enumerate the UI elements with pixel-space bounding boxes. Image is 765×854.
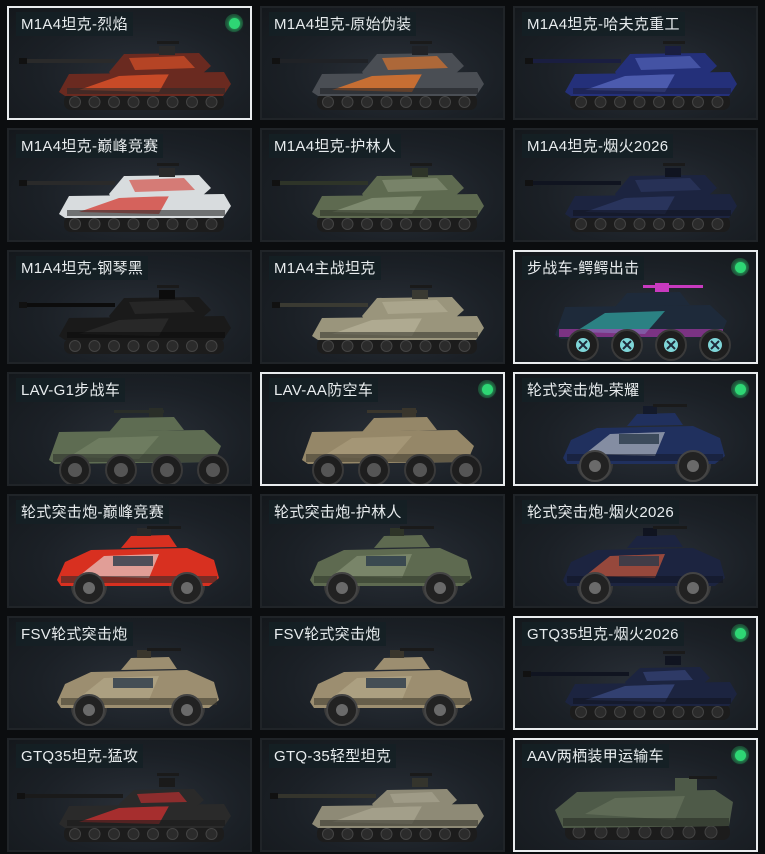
- vehicle-skin-name: GTQ-35轻型坦克: [269, 744, 397, 768]
- vehicle-skin-card[interactable]: 轮式突击炮-荣耀: [513, 372, 758, 486]
- vehicle-skin-grid: M1A4坦克-烈焰 M1A4坦克-原始伪装 M1A4坦克-哈夫克重工 M1A4坦克-巅…: [0, 0, 765, 854]
- owned-dot-icon: [731, 258, 749, 276]
- vehicle-skin-card[interactable]: M1A4坦克-哈夫克重工: [513, 6, 758, 120]
- vehicle-skin-name: FSV轮式突击炮: [16, 622, 133, 646]
- owned-dot-icon: [478, 380, 496, 398]
- vehicle-skin-name: GTQ35坦克-猛攻: [16, 744, 144, 768]
- vehicle-skin-name: M1A4坦克-巅峰竞赛: [16, 134, 164, 158]
- vehicle-skin-card[interactable]: FSV轮式突击炮: [260, 616, 505, 730]
- vehicle-skin-name: GTQ35坦克-烟火2026: [522, 622, 684, 646]
- vehicle-skin-card[interactable]: 轮式突击炮-巅峰竞赛: [7, 494, 252, 608]
- vehicle-skin-card[interactable]: M1A4坦克-护林人: [260, 128, 505, 242]
- vehicle-skin-card[interactable]: M1A4坦克-烟火2026: [513, 128, 758, 242]
- vehicle-skin-name: M1A4主战坦克: [269, 256, 381, 280]
- vehicle-skin-card[interactable]: GTQ35坦克-烟火2026: [513, 616, 758, 730]
- owned-dot-icon: [731, 624, 749, 642]
- vehicle-skin-card[interactable]: 轮式突击炮-护林人: [260, 494, 505, 608]
- vehicle-skin-card[interactable]: LAV-AA防空车: [260, 372, 505, 486]
- vehicle-skin-card[interactable]: AAV两栖装甲运输车: [513, 738, 758, 852]
- vehicle-skin-name: M1A4坦克-烈焰: [16, 12, 133, 36]
- vehicle-skin-card[interactable]: M1A4坦克-原始伪装: [260, 6, 505, 120]
- vehicle-skin-card[interactable]: M1A4主战坦克: [260, 250, 505, 364]
- vehicle-skin-card[interactable]: M1A4坦克-钢琴黑: [7, 250, 252, 364]
- vehicle-skin-name: FSV轮式突击炮: [269, 622, 386, 646]
- vehicle-skin-card[interactable]: GTQ35坦克-猛攻: [7, 738, 252, 852]
- vehicle-skin-name: 轮式突击炮-护林人: [269, 500, 407, 524]
- vehicle-skin-card[interactable]: M1A4坦克-烈焰: [7, 6, 252, 120]
- vehicle-skin-name: LAV-G1步战车: [16, 378, 126, 402]
- owned-dot-icon: [225, 14, 243, 32]
- owned-dot-icon: [731, 380, 749, 398]
- vehicle-skin-name: AAV两栖装甲运输车: [522, 744, 669, 768]
- vehicle-skin-name: 轮式突击炮-巅峰竞赛: [16, 500, 169, 524]
- vehicle-skin-card[interactable]: FSV轮式突击炮: [7, 616, 252, 730]
- vehicle-skin-name: 轮式突击炮-荣耀: [522, 378, 645, 402]
- vehicle-skin-name: M1A4坦克-原始伪装: [269, 12, 417, 36]
- owned-dot-icon: [731, 746, 749, 764]
- vehicle-skin-card[interactable]: GTQ-35轻型坦克: [260, 738, 505, 852]
- vehicle-skin-name: M1A4坦克-烟火2026: [522, 134, 674, 158]
- vehicle-skin-card[interactable]: 轮式突击炮-烟火2026: [513, 494, 758, 608]
- vehicle-skin-name: M1A4坦克-哈夫克重工: [522, 12, 685, 36]
- vehicle-skin-name: 轮式突击炮-烟火2026: [522, 500, 679, 524]
- vehicle-skin-card[interactable]: M1A4坦克-巅峰竞赛: [7, 128, 252, 242]
- vehicle-skin-name: M1A4坦克-钢琴黑: [16, 256, 149, 280]
- vehicle-skin-name: 步战车-鳄鳄出击: [522, 256, 645, 280]
- vehicle-skin-card[interactable]: 步战车-鳄鳄出击: [513, 250, 758, 364]
- vehicle-skin-card[interactable]: LAV-G1步战车: [7, 372, 252, 486]
- vehicle-skin-name: M1A4坦克-护林人: [269, 134, 402, 158]
- vehicle-skin-name: LAV-AA防空车: [269, 378, 379, 402]
